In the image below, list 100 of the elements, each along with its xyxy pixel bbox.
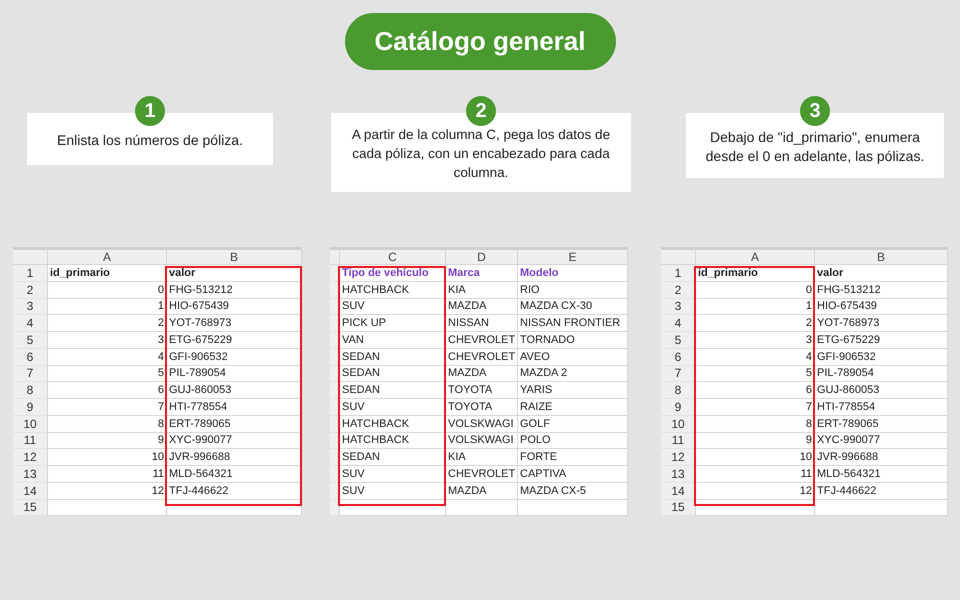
table-cell: RAIZE — [520, 400, 552, 413]
title-banner: Catálogo general — [344, 13, 616, 70]
table-cell: CAPTIVA — [520, 468, 566, 480]
table-cell: SEDAN — [342, 384, 380, 396]
table-cell: NISSAN — [448, 317, 489, 330]
table-cell: NISSAN FRONTIER — [520, 317, 620, 330]
table-cell: XYC-990077 — [169, 434, 232, 446]
table-cell: GFI-906532 — [169, 350, 228, 363]
table-cell: SUV — [342, 468, 365, 480]
row-header[interactable]: 5 — [13, 332, 48, 349]
table-cell: ETG-675229 — [817, 334, 880, 346]
table-cell: 1 — [806, 300, 812, 312]
column-header[interactable]: A — [696, 250, 815, 265]
table-cell: ERT-789065 — [817, 418, 879, 430]
table-cell: 11 — [800, 468, 812, 480]
row-header[interactable]: 3 — [13, 298, 48, 316]
table-cell: KIA — [448, 284, 466, 296]
table-cell: YARIS — [520, 384, 552, 396]
table-cell: Marca — [448, 266, 480, 279]
table-cell: CHEVROLET — [448, 468, 516, 480]
table-cell: CHEVROLET — [448, 334, 516, 346]
table-cell: SUV — [342, 484, 365, 497]
table-cell: MAZDA — [448, 300, 486, 312]
row-header[interactable]: 1 — [13, 265, 48, 282]
column-header[interactable]: B — [815, 250, 948, 265]
column-header[interactable]: E — [518, 250, 628, 265]
table-cell: id_primario — [698, 266, 758, 279]
row-header[interactable]: 12 — [13, 449, 48, 466]
table-cell: valor — [169, 266, 196, 279]
table-cell: XYC-990077 — [817, 434, 880, 446]
table-cell: 6 — [806, 384, 812, 396]
table-cell: MAZDA — [448, 367, 486, 380]
table-cell: TOYOTA — [448, 384, 492, 396]
column-header[interactable]: B — [167, 250, 302, 265]
table-cell: VAN — [342, 334, 364, 346]
table-cell: SUV — [342, 300, 365, 312]
table-cell: ETG-675229 — [169, 334, 232, 346]
row-header[interactable]: 10 — [13, 416, 48, 432]
row-header[interactable]: 4 — [13, 315, 48, 332]
row-header[interactable]: 13 — [13, 466, 48, 483]
table-cell: 7 — [806, 400, 812, 413]
table-cell: 2 — [806, 317, 812, 330]
row-header[interactable]: 4 — [661, 315, 696, 332]
table-cell: FHG-513212 — [817, 284, 881, 296]
table-cell: VOLSKWAGI — [448, 418, 514, 430]
column-header[interactable]: A — [48, 250, 167, 265]
table-cell: 0 — [806, 284, 812, 296]
row-header[interactable]: 1 — [661, 265, 696, 282]
table-cell: KIA — [448, 451, 466, 464]
table-cell: id_primario — [50, 266, 110, 279]
row-header[interactable]: 6 — [13, 348, 48, 366]
column-header[interactable]: C — [340, 250, 446, 265]
table-cell: SEDAN — [342, 350, 380, 363]
table-cell: 10 — [152, 451, 164, 464]
row-header[interactable]: 9 — [13, 399, 48, 416]
table-cell: 6 — [158, 384, 164, 396]
table-cell: 2 — [158, 317, 164, 330]
table-cell: 12 — [152, 484, 164, 497]
table-cell: FORTE — [520, 451, 558, 464]
row-header[interactable]: 5 — [661, 332, 696, 349]
table-cell: 5 — [806, 367, 812, 380]
table-cell: MLD-564321 — [169, 468, 233, 480]
row-header[interactable]: 8 — [661, 382, 696, 399]
row-header[interactable]: 13 — [661, 466, 696, 483]
row-header[interactable]: 15 — [661, 500, 696, 516]
row-header[interactable]: 2 — [13, 282, 48, 298]
table-cell: 7 — [158, 400, 164, 413]
table-cell: GUJ-860053 — [817, 384, 880, 396]
table-cell: 8 — [158, 418, 164, 430]
table-cell: AVEO — [520, 350, 550, 363]
table-cell: 4 — [158, 350, 164, 363]
table-cell: MLD-564321 — [817, 468, 881, 480]
table-cell: MAZDA — [448, 484, 486, 497]
row-header[interactable]: 14 — [13, 482, 48, 500]
table-cell: TFJ-446622 — [169, 484, 228, 497]
table-cell: YOT-768973 — [817, 317, 880, 330]
table-cell: 5 — [158, 367, 164, 380]
table-cell: PIL-789054 — [169, 367, 226, 380]
column-header[interactable]: D — [446, 250, 518, 265]
table-cell: valor — [817, 266, 844, 279]
row-header[interactable]: 9 — [661, 399, 696, 416]
table-cell: PICK UP — [342, 317, 386, 330]
table-cell: HTI-778554 — [817, 400, 876, 413]
row-header[interactable]: 12 — [661, 449, 696, 466]
table-cell: POLO — [520, 434, 551, 446]
table-cell: 3 — [806, 334, 812, 346]
table-cell: RIO — [520, 284, 540, 296]
table-cell: 3 — [158, 334, 164, 346]
table-cell: GUJ-860053 — [169, 384, 232, 396]
table-cell: YOT-768973 — [169, 317, 232, 330]
table-cell: Modelo — [520, 266, 558, 279]
row-header[interactable]: 15 — [13, 500, 48, 516]
table-cell: MAZDA 2 — [520, 367, 568, 380]
row-header[interactable]: 8 — [13, 382, 48, 399]
table-cell: 9 — [158, 434, 164, 446]
table-cell: GOLF — [520, 418, 550, 430]
row-header[interactable]: 7 — [13, 366, 48, 382]
row-header[interactable]: 11 — [13, 432, 48, 450]
table-cell: TORNADO — [520, 334, 575, 346]
table-cell: HATCHBACK — [342, 434, 410, 446]
